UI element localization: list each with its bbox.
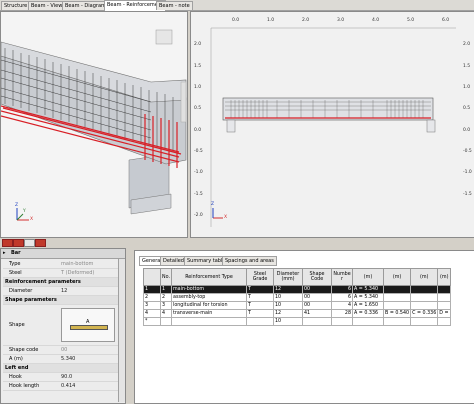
panel-scrollbar[interactable] [118,259,125,402]
tab-detailed[interactable]: Detailed [160,256,187,266]
prop-shape-code[interactable]: Shape code 00 [3,346,119,355]
prop-diameter[interactable]: Diameter 12 [3,287,119,296]
table-row[interactable]: 2 2 assembly-top T 10 00 6 A = 5.340 [143,293,452,302]
prop-type[interactable]: Type main-bottom [3,260,119,269]
tab-beam-view[interactable]: Beam - View [28,1,66,10]
view-mode-strip [0,238,474,247]
prop-a[interactable]: A (m) 5.340 [3,355,119,364]
view-tab-bar: Structure Beam - View Beam - Diagrams Be… [0,0,474,11]
shape-preview: A [61,308,115,342]
axis-z-label: Z [15,203,19,208]
prop-hook[interactable]: Hook 90.0 [3,373,119,382]
view-mode-icon[interactable] [35,239,46,247]
prop-steel[interactable]: Steel T (Deformed) [3,269,119,278]
axis-x-label: X [224,215,228,220]
prop-hook-length[interactable]: Hook length 0.414 [3,382,119,391]
bar-properties-panel: ▸ Bar Type main-bottom Steel T (Deformed) … [0,248,126,404]
viewport-2d[interactable]: 0.0 1.0 2.0 3.0 4.0 5.0 6.0 2.0 1.5 1.0 … [190,11,474,238]
table-row[interactable]: 1 1 main-bottom T 12 00 6 A = 5.340 [143,285,452,294]
viewport-3d[interactable]: X Y Z [0,11,188,238]
beam-3d-drawing [1,29,187,221]
table-row[interactable]: 4 4 transverse-main T 12 41 28 A = 0.336 B = 0.5… [143,309,452,318]
axis-x-label: X [30,217,34,222]
panel-header: Bar [11,250,21,256]
table-row[interactable]: 3 3 longitudinal for torsion T 10 00 4 A = 1.65… [143,301,452,310]
panel-header-icon: ▸ [3,250,6,256]
view-mode-icon[interactable] [13,239,24,247]
view-mode-icon[interactable] [24,239,35,247]
table-header-row: No. Reinforcement Type Steel Grade Diame… [143,268,452,286]
prop-shape[interactable]: Shape A [3,305,119,346]
beam-elevation-drawing [210,27,456,227]
tab-beam-note[interactable]: Beam - note [156,1,193,10]
axis-z-label: Z [211,202,215,207]
tab-structure[interactable]: Structure [1,1,31,10]
section-reinforcement-params[interactable]: Reinforcement parameters [3,278,119,287]
view-mode-icon[interactable] [2,239,13,247]
tab-spacings-and-areas[interactable]: Spacings and areas [222,256,277,266]
table-row-new[interactable]: * 10 [143,317,452,326]
section-left-end[interactable]: Left end [3,364,119,373]
section-shape-params[interactable]: Shape parameters [3,296,119,305]
axis-y-label: Y [23,209,26,214]
reinforcement-table: No. Reinforcement Type Steel Grade Diame… [143,268,452,326]
